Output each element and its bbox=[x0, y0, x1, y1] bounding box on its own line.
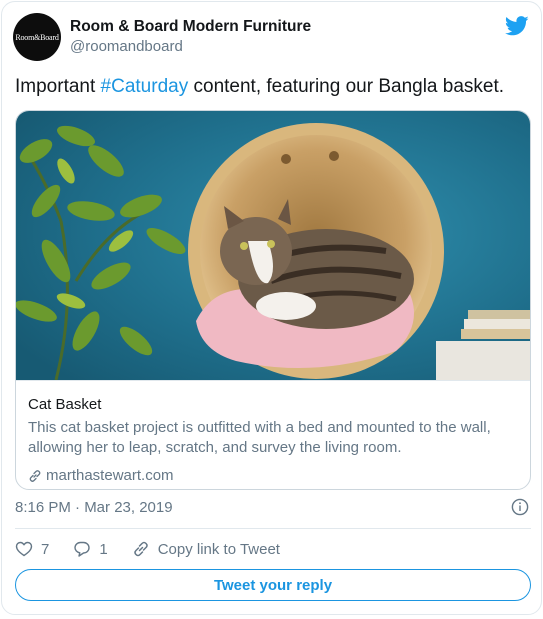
twitter-bird-icon[interactable] bbox=[505, 16, 529, 36]
tweet-reply-button[interactable]: Tweet your reply bbox=[15, 569, 531, 601]
reply-count: 1 bbox=[99, 540, 108, 558]
card-domain-text[interactable]: marthastewart.com bbox=[46, 467, 174, 484]
timestamp[interactable]: 8:16 PM · Mar 23, 2019 bbox=[15, 499, 173, 516]
author-names: Room & Board Modern Furniture @roomandbo… bbox=[70, 17, 311, 57]
link-card[interactable]: Cat Basket This cat basket project is ou… bbox=[15, 110, 531, 490]
copy-link-icon[interactable] bbox=[132, 540, 150, 558]
card-body[interactable]: Cat Basket This cat basket project is ou… bbox=[16, 380, 530, 489]
heart-icon[interactable] bbox=[15, 540, 33, 558]
copy-link-label[interactable]: Copy link to Tweet bbox=[158, 541, 280, 558]
card-domain[interactable]: marthastewart.com bbox=[28, 467, 174, 484]
tweet-text-end: content, featuring our Bangla basket. bbox=[188, 76, 505, 97]
display-name[interactable]: Room & Board Modern Furniture bbox=[70, 17, 311, 37]
hashtag-link[interactable]: #Caturday bbox=[101, 76, 189, 97]
tweet-header: Room&Board Room & Board Modern Furniture… bbox=[13, 13, 311, 61]
handle[interactable]: @roomandboard bbox=[70, 37, 311, 57]
link-icon bbox=[29, 469, 41, 482]
divider bbox=[15, 528, 531, 529]
avatar[interactable]: Room&Board bbox=[13, 13, 61, 61]
copy-link-action[interactable]: Copy link to Tweet bbox=[132, 540, 280, 558]
tweet-text-start: Important bbox=[15, 76, 101, 97]
reply-action[interactable]: 1 bbox=[73, 540, 108, 558]
card-description: This cat basket project is outfitted wit… bbox=[28, 419, 491, 456]
like-count: 7 bbox=[41, 540, 50, 558]
action-bar: 7 1 Copy link to Tweet bbox=[15, 540, 304, 558]
info-icon[interactable] bbox=[511, 498, 529, 516]
tweet-card: Room&Board Room & Board Modern Furniture… bbox=[1, 1, 542, 615]
reply-bubble-icon[interactable] bbox=[73, 540, 91, 558]
card-title[interactable]: Cat Basket bbox=[28, 396, 101, 413]
card-image[interactable] bbox=[16, 111, 530, 380]
tweet-text: Important #Caturday content, featuring o… bbox=[15, 74, 530, 100]
like-action[interactable]: 7 bbox=[15, 540, 49, 558]
